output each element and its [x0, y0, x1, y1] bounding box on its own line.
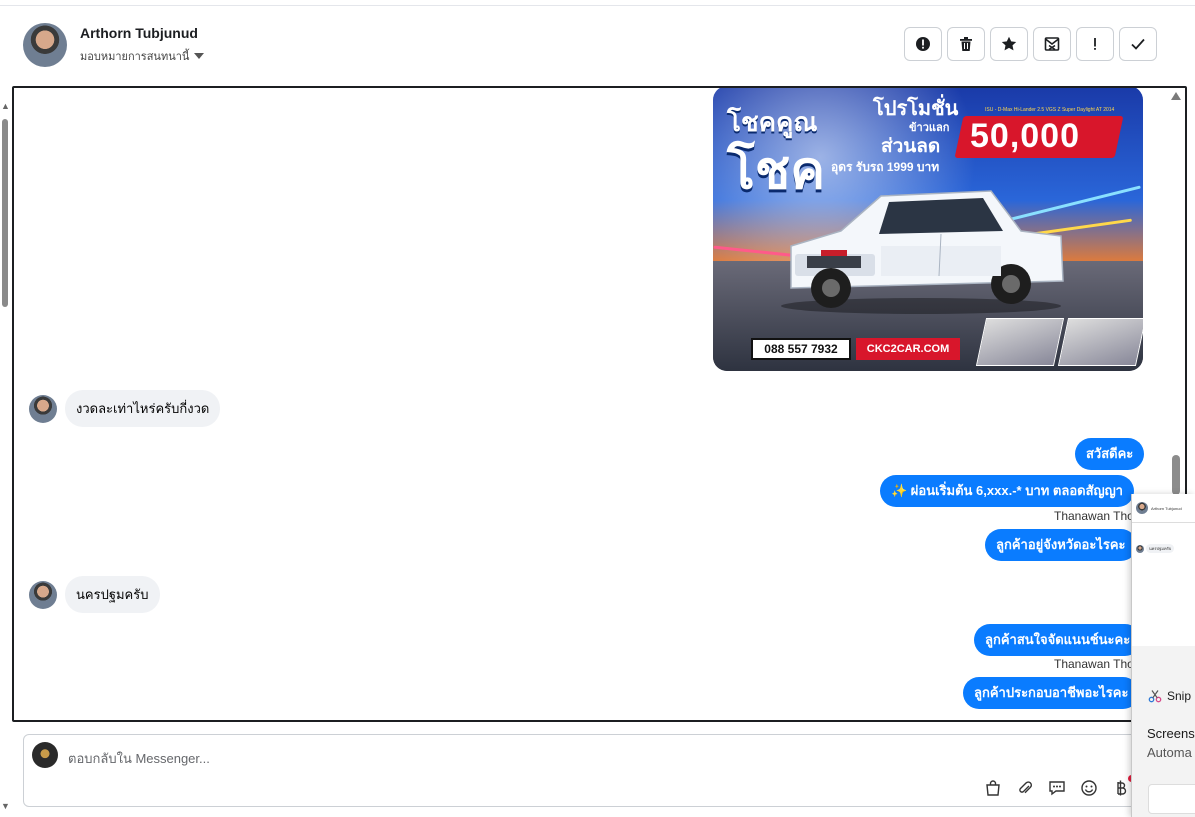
- outgoing-message-bubble[interactable]: ลูกค้าอยู่จังหวัดอะไรคะ: [985, 529, 1137, 561]
- outgoing-message-bubble[interactable]: ลูกค้าประกอบอาชีพอะไรคะ: [963, 677, 1140, 709]
- promo-thumb-1: [975, 318, 1065, 366]
- star-icon: [1001, 36, 1017, 51]
- promo-phone: 088 557 7932: [751, 338, 851, 360]
- header-actions: [904, 27, 1157, 61]
- sender-label: Thanawan Tho: [1054, 509, 1134, 523]
- incoming-message: นครปฐมครับ: [29, 576, 160, 613]
- outgoing-message-bubble[interactable]: ลูกค้าสนใจจัดแนนช์นะคะ: [974, 624, 1142, 656]
- snipping-tool-overlay[interactable]: Arthorn Tubjunud นครปฐมครับ Snip Screens…: [1131, 494, 1195, 817]
- composer-tools: [982, 777, 1132, 799]
- exclamation-icon: [1094, 38, 1096, 50]
- assign-conversation-dropdown[interactable]: มอบหมายการสนทนานี้: [80, 47, 205, 65]
- thread-scroll-thumb[interactable]: [1172, 455, 1180, 495]
- follow-up-button[interactable]: [1076, 27, 1114, 61]
- envelope-x-icon: [1044, 37, 1060, 51]
- message-thread[interactable]: โชคคูณ โชค โปรโมชั่น ข้าวแลก ส่วนลด 50,0…: [12, 86, 1187, 722]
- contact-avatar-small[interactable]: [29, 394, 57, 423]
- bag-icon[interactable]: [982, 777, 1004, 799]
- mark-unread-button[interactable]: [1033, 27, 1071, 61]
- snip-notification-title: Screens: [1147, 726, 1195, 741]
- window-scroll-thumb[interactable]: [2, 119, 8, 307]
- scroll-down-arrow-icon[interactable]: ▼: [1, 801, 10, 811]
- promo-thumb-2: [1057, 318, 1143, 366]
- page-avatar: [32, 742, 58, 768]
- outgoing-message-bubble[interactable]: ✨ ผ่อนเริ่มต้น 6,xxx.-* บาท ตลอดสัญญา: [880, 475, 1134, 507]
- contact-avatar[interactable]: [23, 23, 67, 67]
- snip-notification-subtitle: Automa: [1147, 745, 1192, 760]
- outgoing-message-bubble[interactable]: สวัสดีคะ: [1075, 438, 1145, 470]
- snip-app-brand: Snip: [1148, 689, 1191, 703]
- caret-down-icon: [194, 53, 205, 59]
- message-bubble[interactable]: งวดละเท่าไหร่ครับกี่งวด: [65, 390, 221, 427]
- contact-avatar-small[interactable]: [29, 580, 57, 609]
- done-button[interactable]: [1119, 27, 1157, 61]
- snip-preview-avatar: [1136, 502, 1148, 514]
- window-scrollbar[interactable]: ▲ ▼: [0, 95, 10, 817]
- discount-label: ส่วนลด: [881, 136, 941, 157]
- snip-preview-avatar-small: [1136, 544, 1144, 553]
- discount-amount: 50,000: [970, 117, 1080, 155]
- scissors-icon: [1148, 690, 1162, 703]
- pickup-truck-image: [781, 190, 1064, 314]
- snip-preview-bubble: นครปฐมครับ: [1146, 544, 1175, 553]
- snip-preview-name: Arthorn Tubjunud: [1151, 505, 1182, 511]
- trash-icon: [960, 37, 972, 51]
- spam-button[interactable]: [904, 27, 942, 61]
- promo-website: CKC2CAR.COM: [856, 338, 960, 360]
- assign-label: มอบหมายการสนทนานี้: [80, 51, 190, 63]
- alert-circle-icon: [916, 37, 930, 51]
- reply-composer[interactable]: ตอบกลับใน Messenger...: [23, 734, 1153, 807]
- sender-label: Thanawan Tho: [1054, 657, 1134, 671]
- contact-name[interactable]: Arthorn Tubjunud: [80, 25, 198, 41]
- snip-preview-header: Arthorn Tubjunud: [1136, 502, 1182, 514]
- snip-preview-message: นครปฐมครับ: [1136, 544, 1175, 553]
- incoming-message: งวดละเท่าไหร่ครับกี่งวด: [29, 390, 221, 427]
- snip-app-name: Snip: [1167, 689, 1192, 703]
- scroll-up-arrow-icon[interactable]: ▲: [1, 101, 10, 111]
- scroll-up-arrow-icon[interactable]: [1171, 92, 1181, 100]
- snip-action-box[interactable]: [1148, 784, 1195, 814]
- promo-image-attachment[interactable]: โชคคูณ โชค โปรโมชั่น ข้าวแลก ส่วนลด 50,0…: [713, 88, 1143, 371]
- message-bubble[interactable]: นครปฐมครับ: [65, 576, 160, 613]
- chat-bubble-icon[interactable]: [1046, 777, 1068, 799]
- conversation-header: Arthorn Tubjunud มอบหมายการสนทนานี้: [12, 6, 1187, 86]
- emoji-icon[interactable]: [1078, 777, 1100, 799]
- reply-input[interactable]: ตอบกลับใน Messenger...: [68, 748, 210, 769]
- check-icon: [1131, 38, 1145, 50]
- snip-preview-divider: [1132, 522, 1195, 523]
- paperclip-icon[interactable]: [1014, 777, 1036, 799]
- delete-button[interactable]: [947, 27, 985, 61]
- fine-print: ISU - D-Max Hi-Lander 2.5 VGS Z Super Da…: [985, 107, 1115, 113]
- star-button[interactable]: [990, 27, 1028, 61]
- promo-sub-label: อุดร รับรถ 1999 บาท: [831, 160, 940, 174]
